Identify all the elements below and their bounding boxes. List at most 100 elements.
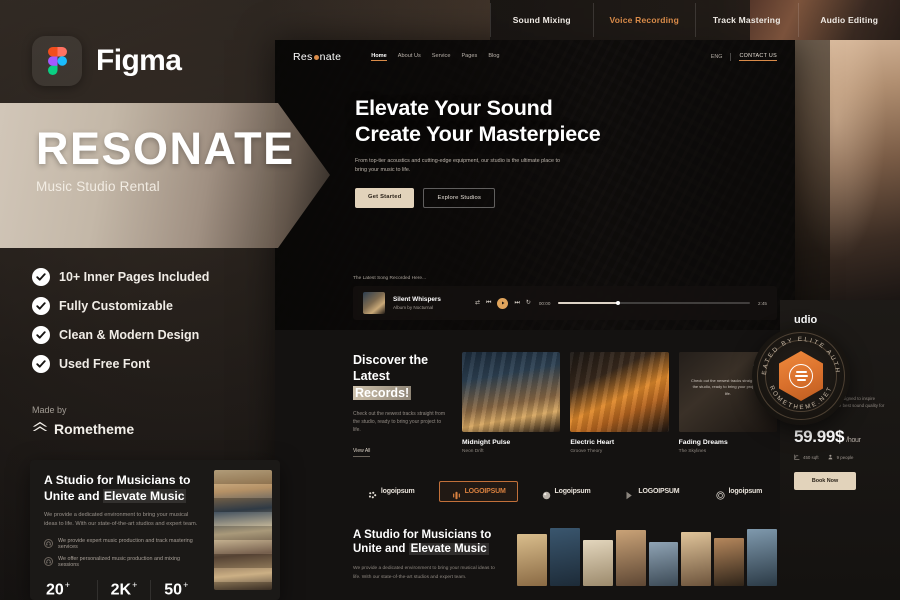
record-card[interactable]: Electric Heart Groove Theory [570,352,669,457]
record-title: Electric Heart [570,439,615,446]
rometheme-logo-icon [32,420,48,438]
partner-logo[interactable]: LOGOIPSUM [614,482,690,501]
explore-studios-button[interactable]: Explore Studios [423,187,496,208]
partner-logo-label: LOGOIPSUM [638,487,680,495]
repeat-icon[interactable]: ↻ [526,300,531,306]
hero-heading-line1: Elevate Your Sound [355,96,553,120]
service-tabs: Sound Mixing Voice Recording Track Maste… [490,0,900,40]
elite-author-seal: CREATED BY ELITE AUTHOR ROMETHEME.NET [749,322,850,425]
feature-item: Used Free Font [32,355,209,373]
player-meta: Silent Whispers Album by Nocturnal [393,296,467,310]
nav-item-home[interactable]: Home [371,53,387,61]
studio-card-heading-line2b: Elevate Music [102,488,186,503]
hero-content: Elevate Your Sound Create Your Masterpie… [275,74,795,208]
progress-handle[interactable] [615,301,620,305]
gallery-tile [648,541,679,586]
feature-label: Clean & Modern Design [59,328,200,342]
seal-lines-icon [789,364,813,388]
get-started-button[interactable]: Get Started [355,187,415,208]
next-icon[interactable]: ⏭ [514,300,519,306]
hero-paragraph: From top-tier acoustics and cutting-edge… [355,157,560,173]
record-artist: Neon Drift [462,449,484,454]
hero-heading-line2: Create Your Masterpiece [355,121,601,146]
feature-label: 10+ Inner Pages Included [59,270,210,284]
music-player: Silent Whispers Album by Nocturnal ⇄ ⏮ ⏭… [353,286,777,320]
people-icon [828,454,834,461]
product-title: RESONATE [36,123,295,174]
hero-buttons: Get Started Explore Studios [355,187,795,208]
records-heading-line1: Discover the [353,353,429,367]
pricing-meta-label: 9 people [836,455,854,461]
language-selector[interactable]: ENG [711,54,723,60]
studio-band-heading: A Studio for Musicians to Unite and Elev… [353,528,503,558]
nav-item-blog[interactable]: Blog [488,53,499,61]
site-logo-after: nate [319,51,342,63]
pricing-period: /hour [846,437,861,445]
check-icon [32,326,50,344]
stat-number: 50 [164,580,183,598]
pricing-section-word: udio [794,314,818,326]
record-title: Midnight Pulse [462,439,511,446]
studio-card-bullet-label: We provide expert music production and t… [58,537,193,550]
feature-label: Used Free Font [59,357,150,371]
stat-number: 2K [110,580,132,598]
partner-logo[interactable]: LOGOIPSUM [439,480,518,502]
progress-bar[interactable] [558,301,751,305]
studio-card-heading: A Studio for Musicians to Unite and Elev… [44,473,202,504]
partner-logo[interactable]: Logoipsum [528,482,604,501]
service-tab-track-mastering[interactable]: Track Mastering [695,3,798,37]
studio-preview-card: A Studio for Musicians to Unite and Elev… [30,460,280,600]
studio-card-heading-line1: A Studio for Musicians to [44,473,191,487]
pricing-amount: 59.99$/hour [794,427,890,447]
records-heading: Discover the Latest Records! [353,352,448,401]
product-subtitle: Music Studio Rental [36,179,160,194]
studio-card-paragraph: We provide a dedicated environment to br… [44,512,198,527]
player-label: The Latest Song Recorded Here... [353,276,427,281]
record-artist: Groove Theory [570,449,603,454]
time-total: 2:45 [758,300,767,306]
check-icon [32,268,50,286]
nav-item-about[interactable]: About Us [398,53,421,61]
nav-item-pages[interactable]: Pages [461,53,477,61]
stat-item: 50+ Artist Collaborations [149,579,202,600]
records-section: Discover the Latest Records! Check out t… [275,330,795,471]
service-tab-audio-editing[interactable]: Audio Editing [797,3,900,37]
partner-logo-label: logoipsum [728,487,763,495]
track-title: Silent Whispers [393,296,441,303]
service-tab-voice-recording[interactable]: Voice Recording [592,3,696,37]
stat-number: 20 [46,580,64,598]
service-tab-sound-mixing[interactable]: Sound Mixing [490,3,593,37]
gallery-tile [517,533,547,586]
stat-value: 2K+ [98,580,149,599]
nav-divider [730,53,732,61]
partner-logo[interactable]: logoipsum [701,482,777,501]
partner-logo[interactable]: logoipsum [353,482,429,501]
stat-suffix: + [132,579,138,590]
figma-label: Figma [96,44,182,77]
gallery-tile [549,527,580,586]
shuffle-icon[interactable]: ⇄ [475,300,480,306]
hero-section: Res nate Home About Us Service Pages Blog… [275,40,795,330]
stat-suffix: + [64,579,71,590]
feature-item: Fully Customizable [32,297,209,315]
previous-icon[interactable]: ⏮ [486,300,491,306]
nav-item-service[interactable]: Service [432,53,451,61]
logo-mark-icon [625,487,634,499]
play-button[interactable] [497,297,509,309]
view-all-link[interactable]: View All [353,448,371,457]
studio-card-bullet: We offer personalized music production a… [44,556,202,568]
site-nav-right: ENG CONTACT US [711,53,777,61]
gallery-tile [714,537,745,586]
logo-mark-icon [715,487,725,500]
feature-list: 10+ Inner Pages Included Fully Customiza… [32,268,209,373]
contact-us-link[interactable]: CONTACT US [739,53,777,61]
book-now-button[interactable]: Book Now [794,472,856,491]
pricing-meta-item: 9 people [828,454,854,461]
time-current: 00:00 [538,300,551,306]
figma-branding: Figma [32,36,182,86]
stat-suffix: + [183,579,189,590]
record-card[interactable]: Midnight Pulse Neon Drift [462,352,561,457]
track-subtitle: Album by Nocturnal [393,305,434,310]
studio-card-bullets: We provide expert music production and t… [44,538,202,568]
logo-strip: logoipsum LOGOIPSUM Logoipsum LOGOIPSUM [275,470,795,518]
